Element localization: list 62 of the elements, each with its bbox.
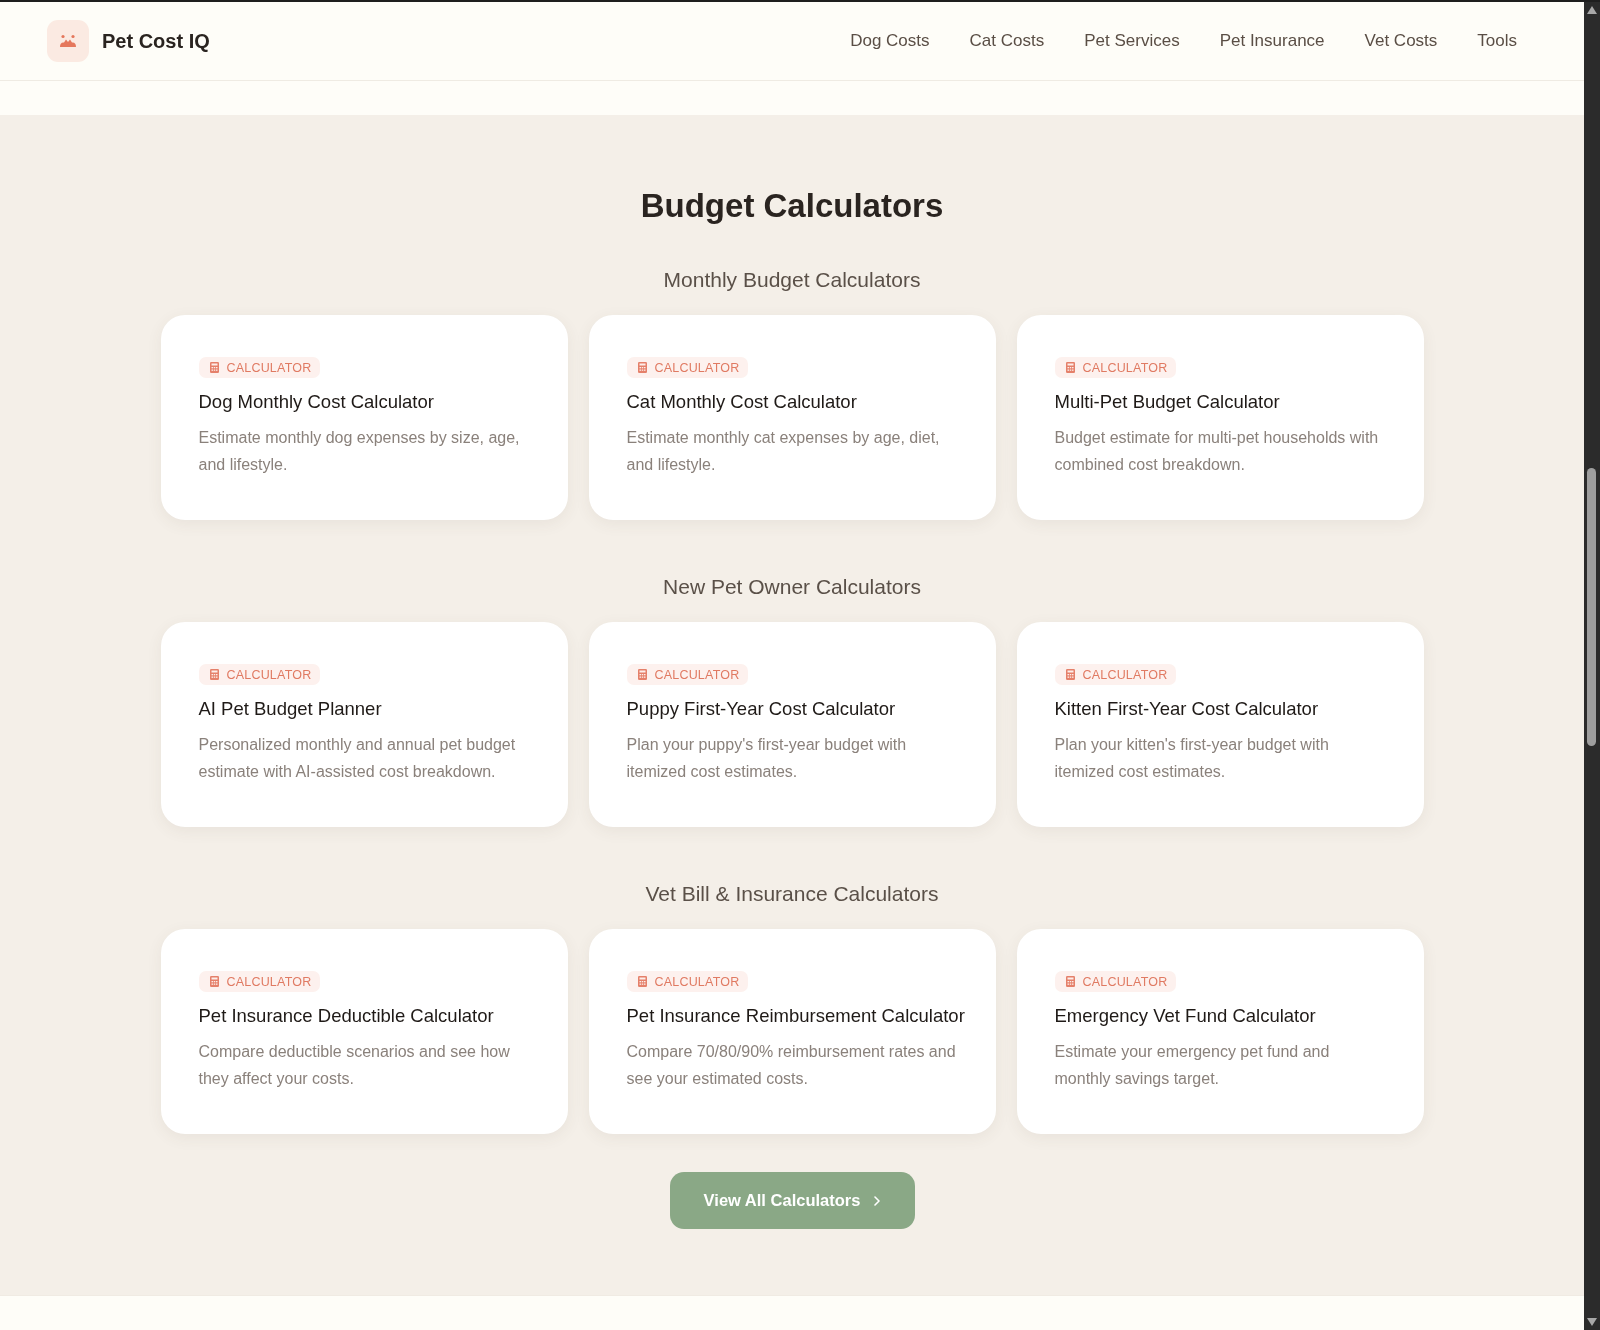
calculator-card[interactable]: CALCULATOR Dog Monthly Cost Calculator Estimate monthly dog expenses by size, age, and lifestyle. [160, 315, 568, 520]
calculator-icon [1065, 362, 1075, 373]
group-heading: Monthly Budget Calculators [663, 267, 921, 293]
calculator-card[interactable]: CALCULATOR Kitten First-Year Cost Calculator Plan your kitten's first-year budget with itemized cost estimates. [1016, 622, 1424, 827]
calculator-icon [637, 362, 647, 373]
nav-link[interactable]: Pet Services [1084, 31, 1180, 51]
nav-link[interactable]: Dog Costs [850, 31, 930, 51]
card-title: Cat Monthly Cost Calculator [626, 390, 858, 414]
card-description: Compare 70/80/90% reimbursement rates and see your estimated costs. [626, 1042, 957, 1089]
card-description: Personalized monthly and annual pet budget estimate with AI-assisted cost breakdown. [198, 735, 517, 782]
nav-link[interactable]: Tools [1477, 31, 1517, 51]
group-heading: New Pet Owner Calculators [663, 574, 921, 600]
calculator-card[interactable]: CALCULATOR Puppy First-Year Cost Calculator Plan your puppy's first-year budget with itemized cost estimates. [588, 622, 996, 827]
calculator-icon [209, 976, 219, 987]
calculator-icon [1065, 976, 1075, 987]
pet-logo-icon[interactable] [47, 20, 89, 62]
scrollbar-thumb[interactable] [1587, 468, 1596, 746]
badge-label: CALCULATOR [226, 974, 312, 989]
card-title: Puppy First-Year Cost Calculator [626, 697, 897, 721]
calculator-icon [209, 669, 219, 680]
calculator-card[interactable]: CALCULATOR Cat Monthly Cost Calculator Estimate monthly cat expenses by age, diet, and lifestyle. [588, 315, 996, 520]
calculator-card[interactable]: CALCULATOR Emergency Vet Fund Calculator Estimate your emergency pet fund and monthly savings target. [1016, 929, 1424, 1134]
card-title: Dog Monthly Cost Calculator [198, 390, 435, 414]
scroll-up-arrow-icon[interactable] [1587, 6, 1597, 14]
card-description: Plan your kitten's first-year budget with itemized cost estimates. [1054, 735, 1330, 782]
scrollbar[interactable] [1584, 2, 1600, 1330]
card-description: Estimate your emergency pet fund and monthly savings target. [1054, 1042, 1331, 1089]
nav-link[interactable]: Pet Insurance [1219, 31, 1325, 51]
brand-name[interactable]: Pet Cost IQ [102, 29, 210, 53]
badge-label: CALCULATOR [654, 974, 740, 989]
calculator-icon [637, 976, 647, 987]
card-title: Emergency Vet Fund Calculator [1054, 1004, 1317, 1028]
card-description: Estimate monthly dog expenses by size, age, and lifestyle. [198, 428, 521, 475]
calculator-card[interactable]: CALCULATOR Pet Insurance Reimbursement Calculator Compare 70/80/90% reimbursement rates and see your estimated costs. [588, 929, 996, 1134]
nav-link[interactable]: Vet Costs [1364, 31, 1438, 51]
card-description: Plan your puppy's first-year budget with itemized cost estimates. [626, 735, 908, 782]
scroll-down-arrow-icon[interactable] [1587, 1318, 1597, 1326]
card-description: Estimate monthly cat expenses by age, diet, and lifestyle. [626, 428, 941, 475]
badge-label: CALCULATOR [226, 360, 312, 375]
group-heading: Vet Bill & Insurance Calculators [645, 881, 939, 907]
chevron-right-icon [874, 1195, 881, 1206]
nav-link[interactable]: Cat Costs [969, 31, 1045, 51]
section-title: Budget Calculators [640, 186, 944, 226]
calculator-icon [637, 669, 647, 680]
badge-label: CALCULATOR [1082, 974, 1168, 989]
card-title: Kitten First-Year Cost Calculator [1054, 697, 1320, 721]
calculator-icon [1065, 669, 1075, 680]
calculator-card[interactable]: CALCULATOR Pet Insurance Deductible Calculator Compare deductible scenarios and see how they affect your costs. [160, 929, 568, 1134]
card-description: Compare deductible scenarios and see how they affect your costs. [198, 1042, 511, 1089]
badge-label: CALCULATOR [1082, 360, 1168, 375]
badge-label: CALCULATOR [1082, 667, 1168, 682]
card-title: Pet Insurance Reimbursement Calculator [626, 1004, 966, 1028]
badge-label: CALCULATOR [654, 360, 740, 375]
card-title: Pet Insurance Deductible Calculator [198, 1004, 495, 1028]
badge-label: CALCULATOR [226, 667, 312, 682]
card-title: Multi-Pet Budget Calculator [1054, 390, 1281, 414]
calculator-card[interactable]: CALCULATOR Multi-Pet Budget Calculator Budget estimate for multi-pet households with combined cost breakdown. [1016, 315, 1424, 520]
calculator-icon [209, 362, 219, 373]
card-title: AI Pet Budget Planner [198, 697, 383, 721]
card-description: Budget estimate for multi-pet households with combined cost breakdown. [1054, 428, 1380, 475]
badge-label: CALCULATOR [654, 667, 740, 682]
calculator-card[interactable]: CALCULATOR AI Pet Budget Planner Personalized monthly and annual pet budget estimate with AI-assisted cost breakdown. [160, 622, 568, 827]
